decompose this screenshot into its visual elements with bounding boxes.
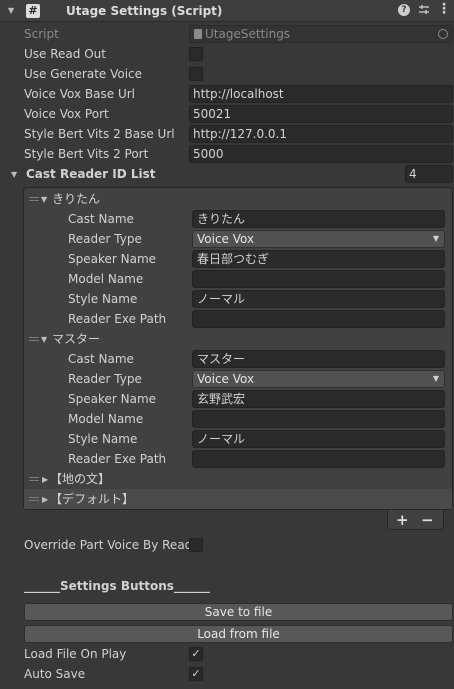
- reorder-grip-icon[interactable]: [29, 497, 39, 503]
- speaker-name-label: Speaker Name: [68, 252, 157, 266]
- component-foldout-arrow-icon[interactable]: ▼: [8, 6, 14, 15]
- cast-list-foldout-arrow-icon[interactable]: ▼: [11, 170, 17, 179]
- model-name-field[interactable]: [192, 270, 445, 288]
- save-to-file-button[interactable]: Save to file: [24, 603, 453, 621]
- load-file-on-play-label: Load File On Play: [24, 647, 127, 661]
- style-bert-vits2-port-field[interactable]: 5000: [189, 145, 453, 163]
- cast-list-label: Cast Reader ID List: [26, 167, 156, 181]
- dropdown-arrow-icon: ▼: [432, 234, 439, 243]
- speaker-name-field[interactable]: 玄野武宏: [192, 390, 445, 408]
- cast-name-label: Cast Name: [68, 352, 134, 366]
- script-label: Script: [24, 27, 59, 41]
- voice-vox-port-label: Voice Vox Port: [24, 107, 109, 121]
- script-value: UtageSettings: [205, 27, 291, 41]
- cast-name-label: Cast Name: [68, 212, 134, 226]
- script-icon: #: [26, 4, 40, 18]
- object-picker-icon[interactable]: [438, 29, 448, 39]
- style-name-field[interactable]: ノーマル: [192, 290, 445, 308]
- cast-name-field[interactable]: マスター: [192, 350, 445, 368]
- remove-element-button[interactable]: −: [421, 511, 434, 529]
- help-icon[interactable]: ?: [398, 4, 410, 16]
- voice-vox-base-url-label: Voice Vox Base Url: [24, 87, 135, 101]
- use-read-out-label: Use Read Out: [24, 47, 106, 61]
- voice-vox-base-url-field[interactable]: http://localhost: [189, 85, 453, 103]
- reader-type-label: Reader Type: [68, 232, 142, 246]
- cast-element-header[interactable]: マスター: [52, 330, 100, 348]
- reader-exe-path-label: Reader Exe Path: [68, 452, 167, 466]
- use-generate-voice-label: Use Generate Voice: [24, 67, 143, 81]
- reader-type-dropdown[interactable]: Voice Vox ▼: [192, 230, 445, 248]
- speaker-name-label: Speaker Name: [68, 392, 157, 406]
- auto-save-label: Auto Save: [24, 667, 86, 681]
- load-from-file-button[interactable]: Load from file: [24, 625, 453, 643]
- element-foldout-arrow-icon[interactable]: ▼: [41, 195, 47, 204]
- element-foldout-arrow-icon[interactable]: ▶: [42, 475, 48, 484]
- presets-icon[interactable]: [418, 4, 430, 16]
- component-title: Utage Settings (Script): [66, 4, 223, 18]
- reader-exe-path-label: Reader Exe Path: [68, 312, 167, 326]
- settings-buttons-heading: ______Settings Buttons______: [24, 579, 210, 593]
- add-element-button[interactable]: +: [396, 511, 409, 529]
- reader-type-dropdown[interactable]: Voice Vox ▼: [192, 370, 445, 388]
- model-name-field[interactable]: [192, 410, 445, 428]
- reader-type-value: Voice Vox: [197, 232, 255, 246]
- style-bert-vits2-base-url-field[interactable]: http://127.0.0.1: [189, 125, 453, 143]
- checkmark-icon: ✓: [191, 667, 201, 680]
- cast-name-field[interactable]: きりたん: [192, 210, 445, 228]
- style-name-field[interactable]: ノーマル: [192, 430, 445, 448]
- load-file-on-play-checkbox[interactable]: ✓: [189, 647, 203, 661]
- use-generate-voice-checkbox[interactable]: [189, 67, 203, 81]
- model-name-label: Model Name: [68, 272, 144, 286]
- element-foldout-arrow-icon[interactable]: ▶: [42, 495, 48, 504]
- cast-list-size-field[interactable]: 4: [405, 165, 453, 183]
- reader-exe-path-field[interactable]: [192, 450, 445, 468]
- script-field: UtageSettings: [189, 25, 453, 43]
- voice-vox-port-field[interactable]: 50021: [189, 105, 453, 123]
- reorder-grip-icon[interactable]: [29, 477, 39, 483]
- style-name-label: Style Name: [68, 432, 138, 446]
- style-bert-vits2-base-url-label: Style Bert Vits 2 Base Url: [24, 127, 175, 141]
- override-part-voice-checkbox[interactable]: [189, 538, 203, 552]
- checkmark-icon: ✓: [191, 647, 201, 660]
- reader-type-value: Voice Vox: [197, 372, 255, 386]
- script-file-icon: [194, 29, 202, 39]
- reader-exe-path-field[interactable]: [192, 310, 445, 328]
- menu-icon[interactable]: ⋮: [437, 2, 451, 18]
- style-name-label: Style Name: [68, 292, 138, 306]
- speaker-name-field[interactable]: 春日部つむぎ: [192, 250, 445, 268]
- cast-element-header[interactable]: 【デフォルト】: [50, 490, 134, 508]
- reader-type-label: Reader Type: [68, 372, 142, 386]
- model-name-label: Model Name: [68, 412, 144, 426]
- cast-element-header[interactable]: きりたん: [52, 190, 100, 208]
- style-bert-vits2-port-label: Style Bert Vits 2 Port: [24, 147, 149, 161]
- reorder-grip-icon[interactable]: [29, 337, 39, 343]
- reorder-grip-icon[interactable]: [29, 197, 39, 203]
- auto-save-checkbox[interactable]: ✓: [189, 667, 203, 681]
- dropdown-arrow-icon: ▼: [432, 374, 439, 383]
- override-part-voice-label: Override Part Voice By Read: [24, 538, 193, 552]
- element-foldout-arrow-icon[interactable]: ▼: [41, 335, 47, 344]
- use-read-out-checkbox[interactable]: [189, 47, 203, 61]
- cast-element-header[interactable]: 【地の文】: [50, 470, 110, 488]
